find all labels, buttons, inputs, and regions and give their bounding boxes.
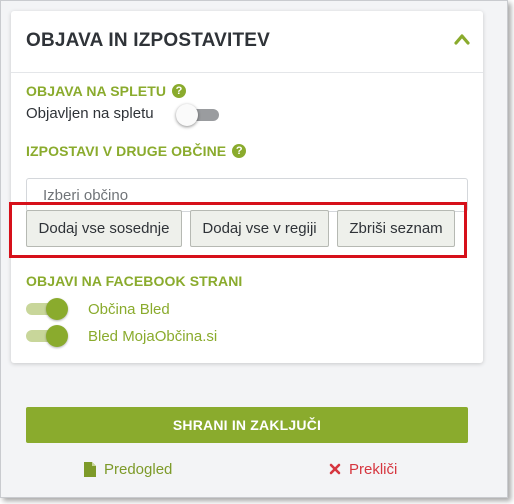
save-and-close-button[interactable]: SHRANI IN ZAKLJUČI <box>26 407 468 443</box>
clear-list-button[interactable]: Zbriši seznam <box>337 210 455 247</box>
cancel-label: Prekliči <box>349 460 398 478</box>
facebook-page-row: Občina Bled <box>26 298 170 320</box>
toggle-knob <box>46 298 68 320</box>
web-publish-heading: OBJAVA NA SPLETU ? <box>26 83 187 99</box>
preview-link[interactable]: Predogled <box>84 459 172 479</box>
question-circle-icon[interactable]: ? <box>232 144 247 158</box>
add-all-in-region-button[interactable]: Dodaj vse v regiji <box>190 210 329 247</box>
toggle-knob <box>176 104 198 126</box>
file-icon <box>84 461 96 477</box>
divider <box>11 72 483 73</box>
web-publish-title: OBJAVA NA SPLETU <box>26 83 167 99</box>
facebook-page-label: Občina Bled <box>88 300 170 318</box>
web-publish-toggle[interactable] <box>176 104 220 126</box>
web-publish-toggle-label: Objavljen na spletu <box>26 105 154 122</box>
expose-heading: IZPOSTAVI V DRUGE OBČINE ? <box>26 143 247 159</box>
card-title: OBJAVA IN IZPOSTAVITEV <box>26 30 271 51</box>
chevron-up-icon[interactable] <box>454 33 470 45</box>
facebook-title: OBJAVI NA FACEBOOK STRANI <box>26 273 243 289</box>
facebook-page-toggle[interactable] <box>26 325 70 347</box>
toggle-knob <box>46 325 68 347</box>
dialog-frame: OBJAVA IN IZPOSTAVITEV OBJAVA NA SPLETU … <box>0 0 508 498</box>
facebook-page-label: Bled MojaObčina.si <box>88 327 218 345</box>
question-circle-icon[interactable]: ? <box>172 84 187 98</box>
facebook-page-row: Bled MojaObčina.si <box>26 325 217 347</box>
expose-title: IZPOSTAVI V DRUGE OBČINE <box>26 143 227 159</box>
preview-label: Predogled <box>104 460 173 478</box>
add-all-neighbors-button[interactable]: Dodaj vse sosednje <box>26 210 182 247</box>
facebook-heading: OBJAVI NA FACEBOOK STRANI <box>26 273 242 289</box>
cancel-link[interactable]: Prekliči <box>329 459 397 479</box>
facebook-page-toggle[interactable] <box>26 298 70 320</box>
close-icon <box>329 463 341 475</box>
